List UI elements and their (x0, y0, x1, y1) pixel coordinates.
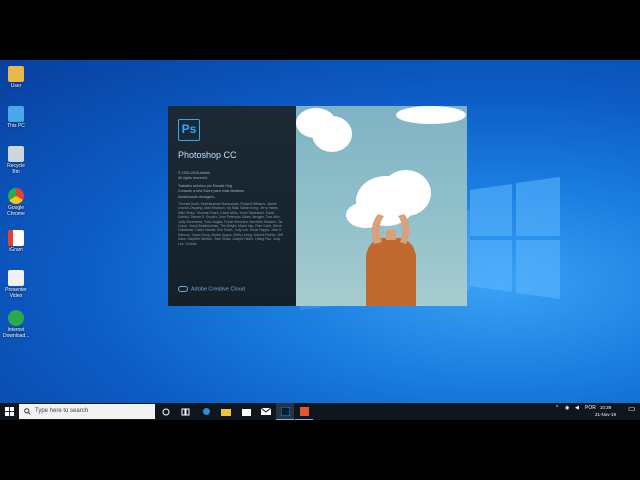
edge-icon (202, 408, 210, 415)
legal-link[interactable]: Consulte a tela Sobre para mais detalhes (178, 189, 244, 194)
clock-time: 10:39 (599, 405, 612, 410)
photoshop-logo: Ps (178, 119, 200, 141)
download-manager-icon (8, 310, 24, 326)
desktop-icon-label: User (10, 83, 22, 89)
desktop-icon-label: Presenter Video (5, 287, 27, 299)
creative-cloud-icon (178, 286, 188, 292)
search-placeholder: Type here to search (35, 408, 89, 414)
splash-artwork (296, 106, 467, 306)
desktop-icon-idm[interactable]: Internet Download... (3, 310, 29, 339)
edge-button[interactable] (197, 403, 215, 420)
footer-label: Adobe Creative Cloud (191, 286, 245, 293)
start-button[interactable] (0, 403, 18, 420)
cortana-button[interactable] (157, 403, 175, 420)
network-icon[interactable]: ◉ (565, 405, 569, 411)
desktop-icon-recycle-bin[interactable]: Recycle Bin (3, 146, 29, 175)
recycle-bin-icon (8, 146, 24, 162)
desktop-icon-presenter-video[interactable]: Presenter Video (3, 270, 29, 299)
loading-status: Inicializando docagem... (178, 195, 217, 199)
system-clock[interactable]: 10:39 21-Nov-19 (595, 404, 616, 418)
search-icon (24, 408, 31, 415)
artwork-credit: Trabalho artístico por Ronald Ong (178, 184, 233, 188)
user-folder-icon (8, 66, 24, 82)
mail-icon (261, 408, 271, 415)
office-taskbar-button[interactable] (295, 403, 313, 420)
desktop-icon-label: Google Chrome (7, 205, 25, 217)
cortana-icon (162, 408, 170, 415)
store-button[interactable] (237, 403, 255, 420)
store-icon (241, 409, 251, 416)
file-explorer-icon (221, 408, 231, 416)
person-figure (366, 214, 416, 306)
app-name: Photoshop CC (178, 150, 237, 160)
mail-button[interactable] (257, 403, 275, 420)
photoshop-splash-screen: Ps Photoshop CC © 1990-2018 Adobe. All r… (168, 106, 467, 306)
desktop-icon-label: Recycle Bin (7, 163, 25, 175)
cloud-shape (312, 116, 352, 152)
photoshop-icon (280, 406, 290, 416)
desktop-icon-label: Internet Download... (3, 327, 30, 339)
file-explorer-button[interactable] (217, 403, 235, 420)
desktop-icon-user[interactable]: User (3, 66, 29, 89)
task-view-icon (181, 408, 189, 415)
tray-overflow-icon[interactable]: ^ (556, 405, 558, 411)
creative-cloud-footer: Adobe Creative Cloud (178, 286, 245, 292)
desktop-icon-chrome[interactable]: Google Chrome (3, 188, 29, 217)
credits-list: Thomas Knoll, Seetharaman Narayanan, Rus… (178, 202, 283, 246)
photoshop-taskbar-button[interactable] (276, 403, 294, 420)
splash-info-panel: Ps Photoshop CC © 1990-2018 Adobe. All r… (168, 106, 296, 306)
desktop: User This PC Recycle Bin Google Chrome i… (0, 60, 640, 420)
desktop-icon-label: iGram (9, 247, 23, 253)
this-pc-icon (8, 106, 24, 122)
task-view-button[interactable] (176, 403, 194, 420)
desktop-icon-igram[interactable]: iGram (3, 230, 29, 253)
desktop-icon-label: This PC (7, 123, 25, 129)
copyright: © 1990-2018 Adobe. (178, 171, 212, 175)
chrome-icon (8, 188, 24, 204)
rights: All rights reserved. (178, 176, 208, 180)
action-center-icon[interactable]: ▭ (628, 404, 636, 413)
office-icon (299, 406, 309, 416)
clock-date: 21-Nov-19 (594, 412, 616, 417)
video-icon (8, 270, 24, 286)
cloud-shape (396, 106, 466, 124)
windows-start-icon (4, 407, 14, 416)
taskbar: Type here to search ^ ◉ ◀ POR 10:39 21-N… (0, 403, 640, 420)
desktop-icon-this-pc[interactable]: This PC (3, 106, 29, 129)
app-icon (8, 230, 24, 246)
taskbar-search-box[interactable]: Type here to search (19, 404, 155, 419)
volume-icon[interactable]: ◀ (575, 405, 579, 411)
